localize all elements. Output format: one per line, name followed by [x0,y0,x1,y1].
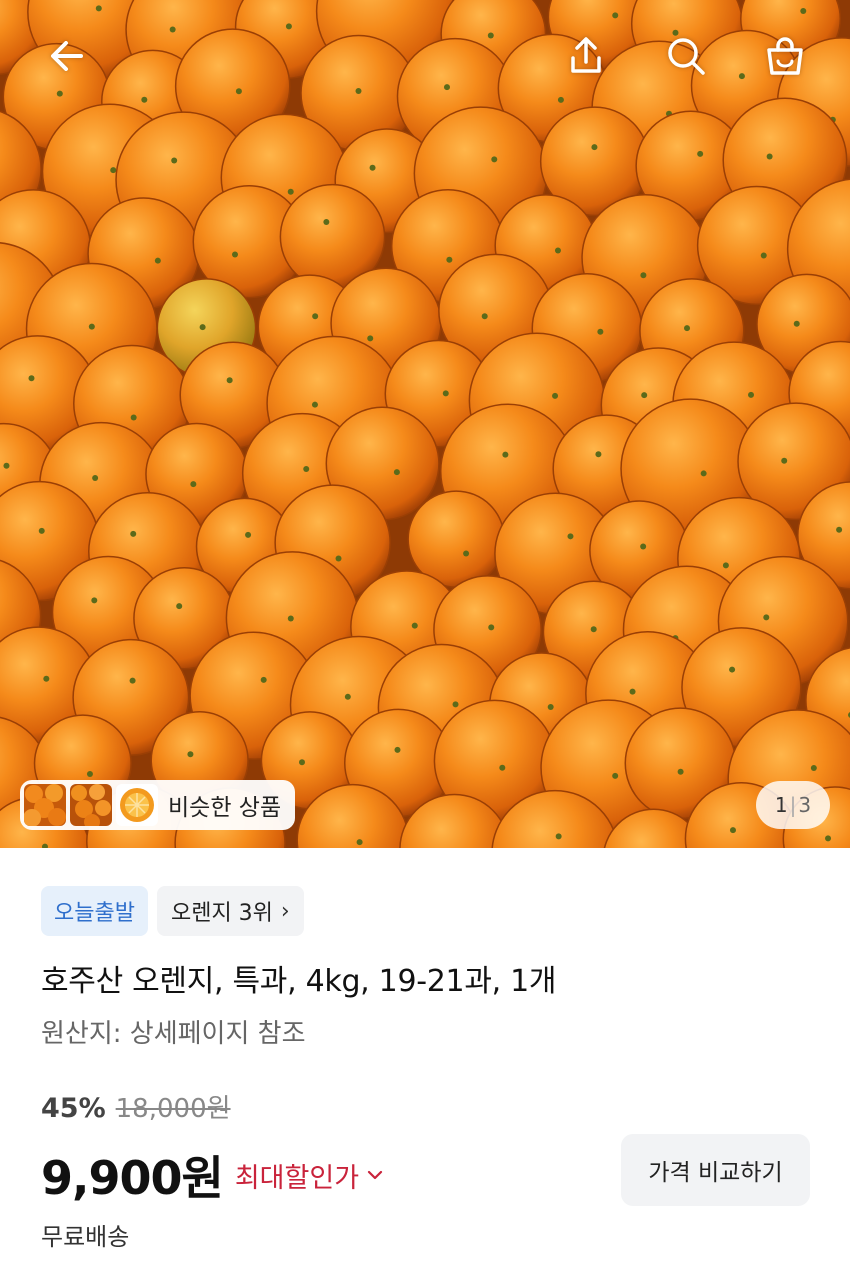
category-rank-link[interactable]: 오렌지 3위 › [156,886,304,936]
original-price: 18,000원 [115,1094,231,1124]
search-icon [668,38,705,75]
pager-separator: | [789,793,797,817]
similar-products-label: 비슷한 상품 [168,795,282,821]
pager-current: 1 [774,793,788,817]
rank-label: 오렌지 3위 [170,901,273,926]
arrow-left-icon [51,41,83,71]
product-image[interactable]: 비슷한 상품 1 | 3 [0,0,850,848]
compare-price-button[interactable]: 가격 비교하기 [621,1134,810,1206]
shipping-info: 무료배송 [41,1223,130,1251]
max-discount-dropdown[interactable]: 최대할인가 [235,1156,383,1195]
similar-thumbnail-2 [70,784,112,826]
similar-thumbnail-3 [116,784,158,826]
chevron-down-icon [367,1170,383,1180]
oranges-photo [0,0,850,848]
sale-price: 9,900원 [41,1151,224,1205]
share-button[interactable] [556,26,616,86]
image-pager: 1 | 3 [756,781,830,829]
today-shipping-badge: 오늘출발 [41,886,148,936]
price-row: 9,900원 최대할인가 [41,1142,383,1208]
search-button[interactable] [656,26,716,86]
max-discount-label: 최대할인가 [234,1162,360,1194]
cart-button[interactable] [755,26,815,86]
badge-row: 오늘출발 오렌지 3위 › [41,886,304,936]
discount-row: 45% 18,000원 [41,1088,231,1125]
pager-total: 3 [798,793,812,817]
discount-rate: 45% [41,1093,106,1124]
origin-info: 원산지: 상세페이지 참조 [41,1019,306,1049]
shopping-bag-icon [767,37,803,75]
back-button[interactable] [37,26,97,86]
chevron-right-icon: › [280,898,290,924]
similar-thumbnail-1 [24,784,66,826]
product-title: 호주산 오렌지, 특과, 4kg, 19-21과, 1개 [41,964,557,999]
share-icon [571,37,601,73]
similar-products-button[interactable]: 비슷한 상품 [20,780,296,830]
